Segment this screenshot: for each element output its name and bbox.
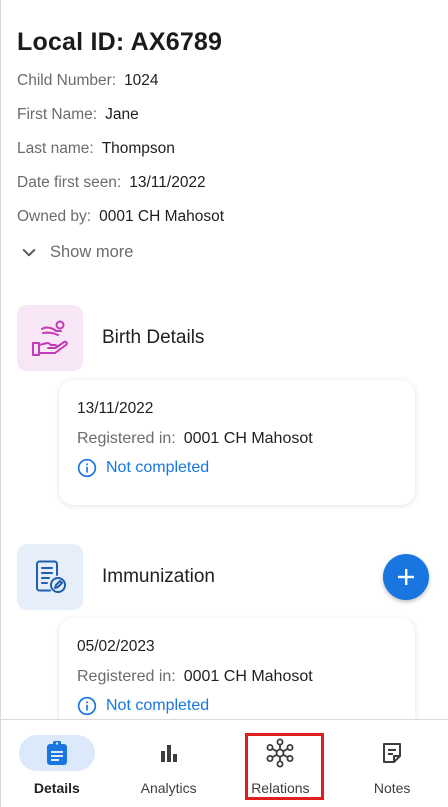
record-date: 05/02/2023	[77, 638, 155, 655]
section-title: Immunization	[102, 566, 215, 587]
info-row-child-number: Child Number: 1024	[17, 71, 432, 91]
section-title: Birth Details	[102, 327, 205, 348]
registered-value: 0001 CH Mahosot	[183, 430, 313, 447]
add-immunization-button[interactable]	[383, 554, 429, 600]
nav-icon-holder	[131, 735, 207, 771]
field-value: Thompson	[101, 140, 175, 157]
immunization-section: Immunization	[17, 544, 432, 610]
field-label: Owned by:	[17, 208, 92, 225]
registered-label: Registered in:	[77, 668, 176, 685]
status-row: Not completed	[77, 696, 397, 716]
info-row-last-name: Last name: Thompson	[17, 139, 432, 159]
hand-baby-icon	[17, 305, 83, 371]
field-label: Child Number:	[17, 72, 117, 89]
nav-label: Analytics	[140, 780, 197, 796]
hub-network-icon	[266, 738, 294, 768]
field-label: Last name:	[17, 140, 94, 157]
form-edit-icon	[17, 544, 83, 610]
registered-value: 0001 CH Mahosot	[183, 668, 313, 685]
nav-item-relations[interactable]: Relations	[225, 720, 337, 807]
field-value: 0001 CH Mahosot	[99, 208, 225, 225]
status-text: Not completed	[106, 459, 210, 476]
nav-active-indicator	[18, 735, 95, 771]
nav-item-details[interactable]: Details	[1, 720, 113, 807]
registered-label: Registered in:	[77, 430, 176, 447]
status-text: Not completed	[106, 697, 210, 714]
status-row: Not completed	[77, 458, 397, 478]
field-label: Date first seen:	[17, 174, 122, 191]
field-value: Jane	[105, 106, 139, 123]
registered-row: Registered in: 0001 CH Mahosot	[77, 430, 397, 448]
info-row-owned-by: Owned by: 0001 CH Mahosot	[17, 207, 432, 227]
show-more-label: Show more	[50, 243, 134, 261]
field-value: 13/11/2022	[129, 174, 206, 191]
section-header: Immunization	[17, 544, 432, 610]
bar-chart-icon	[160, 745, 177, 762]
birth-record-card[interactable]: 13/11/2022 Registered in: 0001 CH Mahoso…	[59, 380, 415, 505]
header: Local ID: AX6789 Child Number: 1024 Firs…	[17, 28, 432, 262]
birth-details-section: Birth Details	[17, 305, 432, 371]
info-row-date-first-seen: Date first seen: 13/11/2022	[17, 173, 432, 193]
nav-label: Relations	[251, 780, 310, 796]
nav-item-notes[interactable]: Notes	[336, 720, 448, 807]
chevron-down-icon	[22, 248, 36, 256]
nav-item-analytics[interactable]: Analytics	[113, 720, 225, 807]
nav-label: Details	[33, 780, 80, 796]
registered-row: Registered in: 0001 CH Mahosot	[77, 668, 397, 686]
assignment-icon	[46, 741, 67, 765]
nav-icon-holder	[242, 735, 318, 771]
section-header: Birth Details	[17, 305, 432, 371]
page-title: Local ID: AX6789	[17, 28, 223, 56]
bottom-navigation: Details Analytics Relations Notes	[1, 719, 448, 807]
nav-icon-holder	[354, 735, 430, 771]
nav-label: Notes	[373, 780, 411, 796]
info-icon	[77, 458, 97, 478]
record-date: 13/11/2022	[77, 400, 154, 417]
field-value: 1024	[124, 72, 159, 89]
note-icon	[383, 743, 402, 763]
screen: Local ID: AX6789 Child Number: 1024 Firs…	[0, 0, 448, 807]
info-icon	[77, 696, 97, 716]
field-label: First Name:	[17, 106, 98, 123]
show-more-button[interactable]: Show more	[17, 243, 432, 262]
plus-icon	[398, 569, 414, 585]
info-row-first-name: First Name: Jane	[17, 105, 432, 125]
